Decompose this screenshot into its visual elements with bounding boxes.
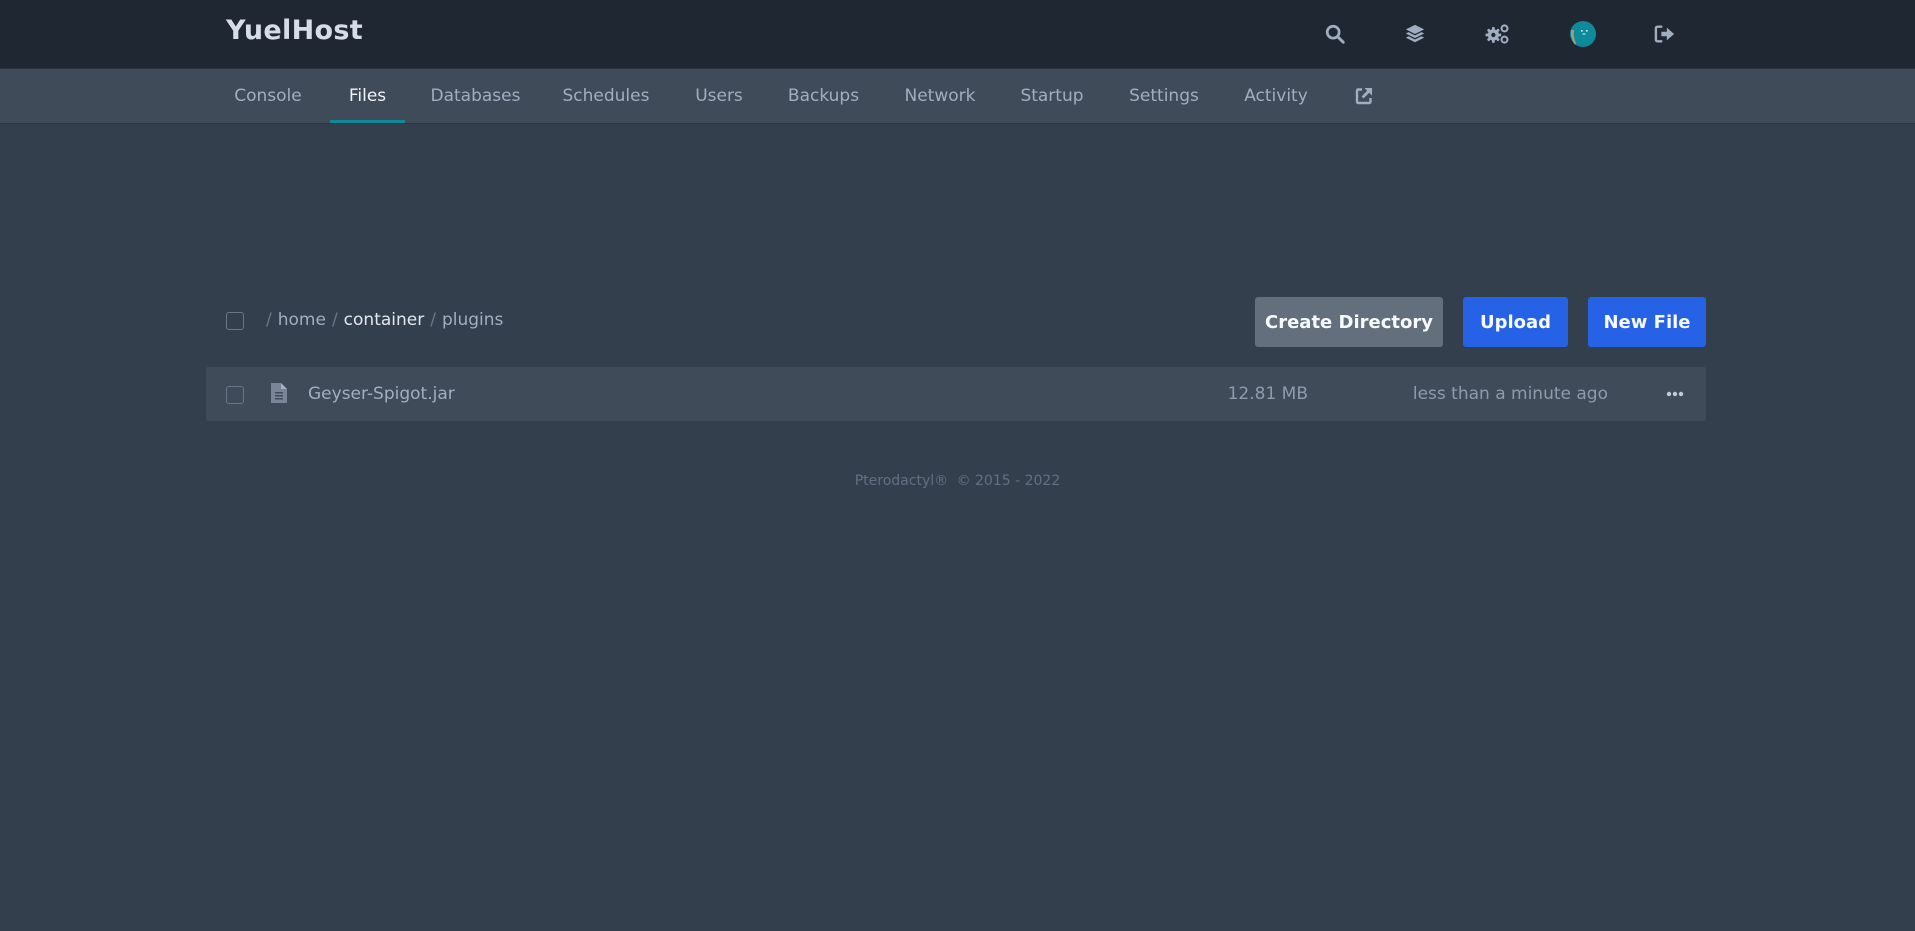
- tab-startup[interactable]: Startup: [1012, 69, 1092, 123]
- select-all-checkbox[interactable]: [226, 312, 244, 330]
- breadcrumb-separator: /: [331, 310, 338, 330]
- breadcrumb-home[interactable]: home: [278, 310, 326, 330]
- server-nav: Console Files Databases Schedules Users …: [0, 69, 1915, 123]
- top-bar-actions: [0, 0, 1915, 68]
- avatar: [1570, 21, 1596, 47]
- tab-activity[interactable]: Activity: [1236, 69, 1316, 123]
- sign-out-icon: [1654, 25, 1675, 43]
- cogs-icon: [1485, 24, 1509, 44]
- external-link-icon: [1355, 88, 1372, 105]
- top-bar: YuelHost: [0, 0, 1915, 69]
- tab-databases[interactable]: Databases: [424, 69, 527, 123]
- file-name[interactable]: Geyser-Spigot.jar: [308, 384, 455, 404]
- more-horizontal-icon: [1666, 391, 1684, 397]
- file-modified: less than a minute ago: [1412, 384, 1608, 404]
- tab-network[interactable]: Network: [894, 69, 986, 123]
- tab-files[interactable]: Files: [330, 69, 405, 123]
- external-link-button[interactable]: [1350, 69, 1378, 123]
- sign-out-button[interactable]: [1652, 21, 1678, 47]
- footer-brand-link[interactable]: Pterodactyl®: [855, 473, 948, 489]
- file-icon: [271, 383, 287, 403]
- tab-users[interactable]: Users: [683, 69, 755, 123]
- breadcrumb: / home / container / plugins: [266, 310, 503, 330]
- file-actions-button[interactable]: [1662, 381, 1688, 407]
- file-size: 12.81 MB: [1227, 384, 1308, 404]
- create-directory-button[interactable]: Create Directory: [1255, 297, 1443, 347]
- upload-button[interactable]: Upload: [1463, 297, 1568, 347]
- breadcrumb-container[interactable]: container: [344, 310, 425, 330]
- layers-icon: [1405, 24, 1425, 43]
- new-file-button[interactable]: New File: [1588, 297, 1706, 347]
- account-button[interactable]: [1570, 21, 1596, 47]
- file-row[interactable]: Geyser-Spigot.jar 12.81 MB less than a m…: [206, 367, 1706, 421]
- footer-copyright: © 2015 - 2022: [956, 473, 1061, 489]
- tab-schedules[interactable]: Schedules: [552, 69, 660, 123]
- tab-console[interactable]: Console: [226, 69, 310, 123]
- dashboard-button[interactable]: [1402, 21, 1428, 47]
- breadcrumb-plugins: plugins: [441, 310, 504, 330]
- tab-backups[interactable]: Backups: [780, 69, 867, 123]
- search-icon: [1325, 24, 1345, 44]
- search-button[interactable]: [1322, 21, 1348, 47]
- breadcrumb-separator: /: [430, 310, 436, 330]
- breadcrumb-separator: /: [266, 310, 272, 330]
- tab-settings[interactable]: Settings: [1120, 69, 1208, 123]
- admin-button[interactable]: [1485, 21, 1511, 47]
- footer: Pterodactyl® © 2015 - 2022: [0, 473, 1915, 489]
- file-manager: / home / container / plugins Create Directory…: [0, 123, 1915, 931]
- file-select-checkbox[interactable]: [226, 386, 244, 404]
